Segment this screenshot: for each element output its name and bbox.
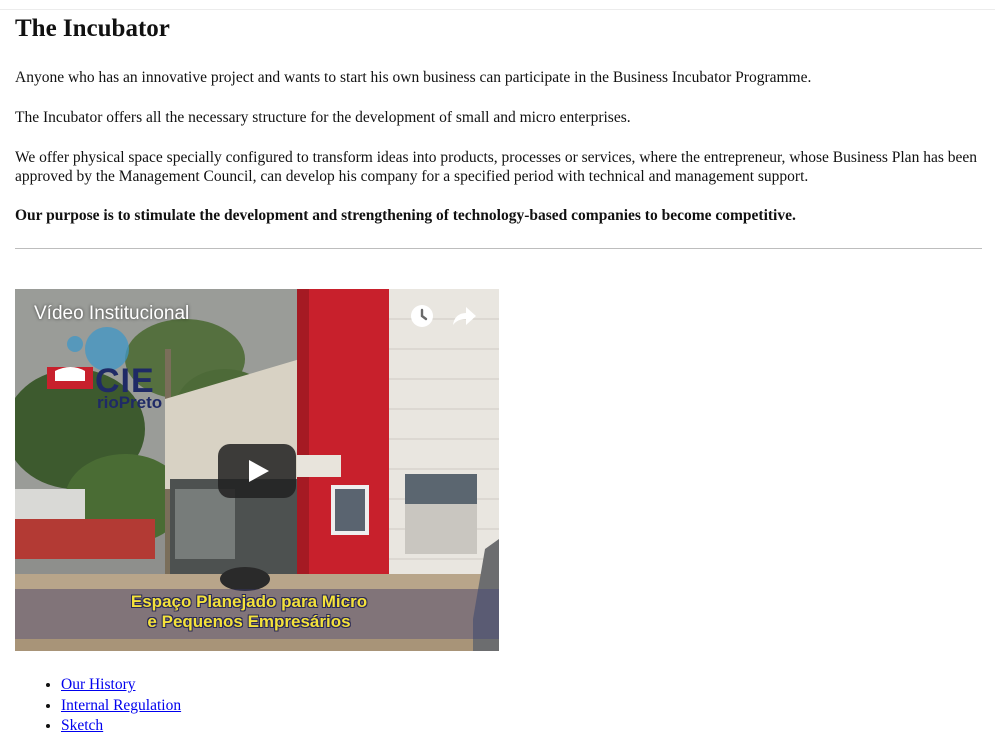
purpose-paragraph: Our purpose is to stimulate the developm… <box>15 207 796 224</box>
intro-paragraph: Anyone who has an innovative project and… <box>15 69 812 86</box>
video-caption-line2: e Pequenos Empresários <box>147 612 351 631</box>
main-content: The Incubator Anyone who has an innovati… <box>15 13 982 734</box>
list-item: Sketch <box>61 716 181 737</box>
play-icon[interactable] <box>218 444 296 498</box>
link-sketch[interactable]: Sketch <box>61 717 103 734</box>
link-internal-regulation[interactable]: Internal Regulation <box>61 697 181 714</box>
top-border <box>0 9 995 10</box>
structure-paragraph: The Incubator offers all the necessary s… <box>15 109 631 126</box>
share-icon[interactable] <box>452 304 478 328</box>
list-item: Our History <box>61 675 181 696</box>
section-divider <box>15 248 982 249</box>
link-list: Our History Internal Regulation Sketch <box>15 675 181 737</box>
page-title: The Incubator <box>15 15 170 42</box>
logo-sub-text: rioPreto <box>97 393 163 412</box>
video-title[interactable]: Vídeo Institucional <box>34 303 189 325</box>
embedded-video-player[interactable]: CIE rioPreto Vídeo Institucional Espaço … <box>15 289 499 651</box>
space-paragraph: We offer physical space specially config… <box>15 149 977 185</box>
clock-icon[interactable] <box>409 303 435 329</box>
list-item: Internal Regulation <box>61 696 181 717</box>
link-our-history[interactable]: Our History <box>61 676 135 693</box>
video-caption-line1: Espaço Planejado para Micro <box>130 592 368 611</box>
